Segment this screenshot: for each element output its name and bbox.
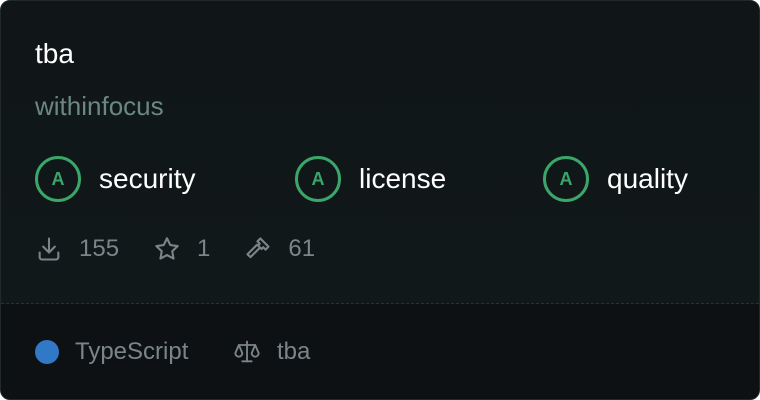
grade-badge: A (35, 156, 81, 202)
builds-count: 61 (288, 235, 316, 262)
language-info: TypeScript (35, 337, 188, 367)
grade-label: license (359, 163, 447, 194)
license-name: tba (277, 338, 311, 365)
package-card[interactable]: tba withinfocus A security A license A q… (0, 0, 760, 400)
stars-count: 1 (197, 235, 211, 262)
download-icon (38, 237, 60, 261)
grade-badge: A (543, 156, 589, 202)
language-name: TypeScript (75, 338, 189, 365)
grades-row: A security A license A quality (35, 155, 735, 203)
language-color-dot (35, 340, 59, 364)
grade-quality: A quality (543, 155, 688, 203)
package-title[interactable]: tba (35, 37, 74, 71)
hammer-icon (246, 237, 270, 259)
downloads-count: 155 (79, 235, 120, 262)
license-info: tba (233, 337, 310, 367)
grade-label: quality (607, 163, 688, 194)
grade-security: A security (35, 155, 195, 203)
downloads-stat: 155 (35, 235, 119, 263)
builds-stat: 61 (244, 235, 315, 263)
grade-label: security (99, 163, 196, 194)
grade-badge: A (295, 156, 341, 202)
stats-row: 155 1 61 (35, 231, 349, 267)
stars-stat: 1 (153, 235, 210, 263)
star-icon (155, 237, 179, 260)
package-owner[interactable]: withinfocus (35, 90, 164, 122)
scale-icon (234, 340, 260, 363)
grade-license: A license (295, 155, 446, 203)
